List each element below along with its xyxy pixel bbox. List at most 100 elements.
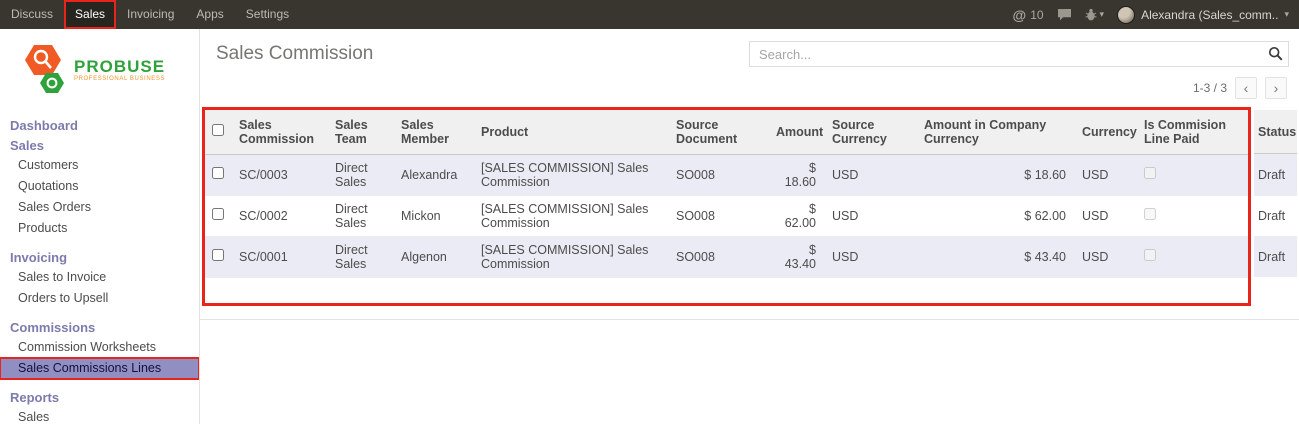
cell-sales-team: Direct Sales <box>327 195 393 236</box>
sidebar-item-sales-to-invoice[interactable]: Sales to Invoice <box>0 267 199 288</box>
cell-product: [SALES COMMISSION] Sales Commission <box>473 154 668 195</box>
col-product[interactable]: Product <box>473 110 668 154</box>
messages-button[interactable] <box>1057 8 1072 21</box>
cell-product: [SALES COMMISSION] Sales Commission <box>473 236 668 277</box>
cell-is-paid <box>1136 195 1248 236</box>
col-currency[interactable]: Currency <box>1074 110 1136 154</box>
logo-title: PROBUSE <box>74 58 165 76</box>
topbar-right: @ 10 ▾ Alexa <box>1013 6 1299 24</box>
cell-status: Draft <box>1254 154 1297 195</box>
cell-currency: USD <box>1074 236 1136 277</box>
select-all-checkbox[interactable] <box>212 124 224 136</box>
list-region: Sales Commission Sales Team Sales Member… <box>202 107 1297 306</box>
user-menu[interactable]: Alexandra (Sales_comm.. ▾ <box>1117 6 1289 24</box>
sidebar-section-reports: Reports Sales <box>0 388 199 424</box>
chat-bubble-icon <box>1057 8 1072 21</box>
logo-hexagons-icon <box>22 43 68 97</box>
cell-amount-company: $ 62.00 <box>916 195 1074 236</box>
sidebar-item-quotations[interactable]: Quotations <box>0 176 199 197</box>
cell-sales-member: Algenon <box>393 236 473 277</box>
pager-next-button[interactable]: › <box>1265 77 1287 99</box>
list-footer-space <box>205 277 1248 303</box>
sidebar-item-customers[interactable]: Customers <box>0 155 199 176</box>
search-button[interactable] <box>1268 46 1283 61</box>
col-is-commission-line-paid[interactable]: Is Commision Line Paid <box>1136 110 1248 154</box>
mentions-counter[interactable]: @ 10 <box>1013 7 1044 23</box>
table-row[interactable]: SC/0002 Direct Sales Mickon [SALES COMMI… <box>205 195 1248 236</box>
sidebar-heading-reports[interactable]: Reports <box>0 388 199 407</box>
mentions-count: 10 <box>1030 8 1043 22</box>
is-paid-checkbox <box>1144 249 1156 261</box>
cell-amount-company: $ 43.40 <box>916 236 1074 277</box>
menu-settings[interactable]: Settings <box>235 0 300 29</box>
status-column: Status Draft Draft Draft <box>1254 110 1297 277</box>
cell-sales-commission: SC/0003 <box>231 154 327 195</box>
col-sales-team[interactable]: Sales Team <box>327 110 393 154</box>
cell-sales-commission: SC/0001 <box>231 236 327 277</box>
col-status[interactable]: Status <box>1254 110 1297 154</box>
cell-product: [SALES COMMISSION] Sales Commission <box>473 195 668 236</box>
is-paid-checkbox <box>1144 167 1156 179</box>
col-sales-commission[interactable]: Sales Commission <box>231 110 327 154</box>
cell-source-document: SO008 <box>668 154 768 195</box>
content-divider <box>200 319 1299 320</box>
cell-amount: $ 18.60 <box>768 154 824 195</box>
top-menus: Discuss Sales Invoicing Apps Settings <box>0 0 300 29</box>
cell-source-currency: USD <box>824 195 916 236</box>
control-panel: Sales Commission <box>200 29 1299 73</box>
main-content: Sales Commission 1-3 / 3 ‹ › <box>200 29 1299 424</box>
at-icon: @ <box>1013 7 1027 23</box>
sidebar-item-products[interactable]: Products <box>0 218 199 239</box>
chevron-down-icon: ▾ <box>1100 9 1105 20</box>
sidebar-item-reports-sales[interactable]: Sales <box>0 407 199 424</box>
sidebar-heading-sales[interactable]: Sales <box>0 136 199 155</box>
cell-source-document: SO008 <box>668 195 768 236</box>
cell-source-document: SO008 <box>668 236 768 277</box>
user-name: Alexandra (Sales_comm.. <box>1141 8 1278 22</box>
menu-sales[interactable]: Sales <box>64 0 116 29</box>
probuse-logo: PROBUSE PROFESSIONAL BUSINESS <box>0 29 199 107</box>
sidebar-heading-dashboard[interactable]: Dashboard <box>0 116 199 135</box>
sidebar-heading-commissions[interactable]: Commissions <box>0 318 199 337</box>
commission-lines-table: Sales Commission Sales Team Sales Member… <box>205 110 1248 277</box>
menu-apps[interactable]: Apps <box>185 0 234 29</box>
col-source-document[interactable]: Source Document <box>668 110 768 154</box>
cell-status: Draft <box>1254 236 1297 277</box>
col-sales-member[interactable]: Sales Member <box>393 110 473 154</box>
menu-invoicing[interactable]: Invoicing <box>116 0 185 29</box>
row-select-checkbox[interactable] <box>212 167 224 179</box>
cell-sales-member: Alexandra <box>393 154 473 195</box>
cell-source-currency: USD <box>824 236 916 277</box>
select-all-cell <box>205 110 231 154</box>
sidebar-section-dashboard: Dashboard <box>0 116 199 135</box>
app-window: Discuss Sales Invoicing Apps Settings @ … <box>0 0 1299 424</box>
is-paid-checkbox <box>1144 208 1156 220</box>
table-row[interactable]: SC/0003 Direct Sales Alexandra [SALES CO… <box>205 154 1248 195</box>
row-select-checkbox[interactable] <box>212 249 224 261</box>
menu-discuss[interactable]: Discuss <box>0 0 64 29</box>
sidebar-item-sales-orders[interactable]: Sales Orders <box>0 197 199 218</box>
search-icon <box>1268 46 1283 61</box>
sidebar: PROBUSE PROFESSIONAL BUSINESS Dashboard … <box>0 29 200 424</box>
col-amount[interactable]: Amount <box>768 110 824 154</box>
search-view <box>749 41 1289 67</box>
col-amount-company-currency[interactable]: Amount in Company Currency <box>916 110 1074 154</box>
search-input[interactable] <box>749 41 1289 67</box>
col-source-currency[interactable]: Source Currency <box>824 110 916 154</box>
cell-is-paid <box>1136 236 1248 277</box>
table-row[interactable]: SC/0001 Direct Sales Algenon [SALES COMM… <box>205 236 1248 277</box>
row-select-checkbox[interactable] <box>212 208 224 220</box>
pager-previous-button[interactable]: ‹ <box>1235 77 1257 99</box>
commission-lines-table-wrapper: Sales Commission Sales Team Sales Member… <box>202 107 1251 306</box>
sidebar-item-commission-worksheets[interactable]: Commission Worksheets <box>0 337 199 358</box>
cell-source-currency: USD <box>824 154 916 195</box>
debug-menu-button[interactable]: ▾ <box>1085 8 1105 21</box>
sidebar-nav: Dashboard Sales Customers Quotations Sal… <box>0 116 199 424</box>
sidebar-section-sales: Sales Customers Quotations Sales Orders … <box>0 136 199 239</box>
page-title: Sales Commission <box>216 43 373 65</box>
sidebar-heading-invoicing[interactable]: Invoicing <box>0 248 199 267</box>
sidebar-item-orders-to-upsell[interactable]: Orders to Upsell <box>0 288 199 309</box>
chevron-down-icon: ▾ <box>1284 9 1289 20</box>
sidebar-item-sales-commissions-lines[interactable]: Sales Commissions Lines <box>0 358 199 379</box>
logo-subtitle: PROFESSIONAL BUSINESS <box>74 76 165 82</box>
